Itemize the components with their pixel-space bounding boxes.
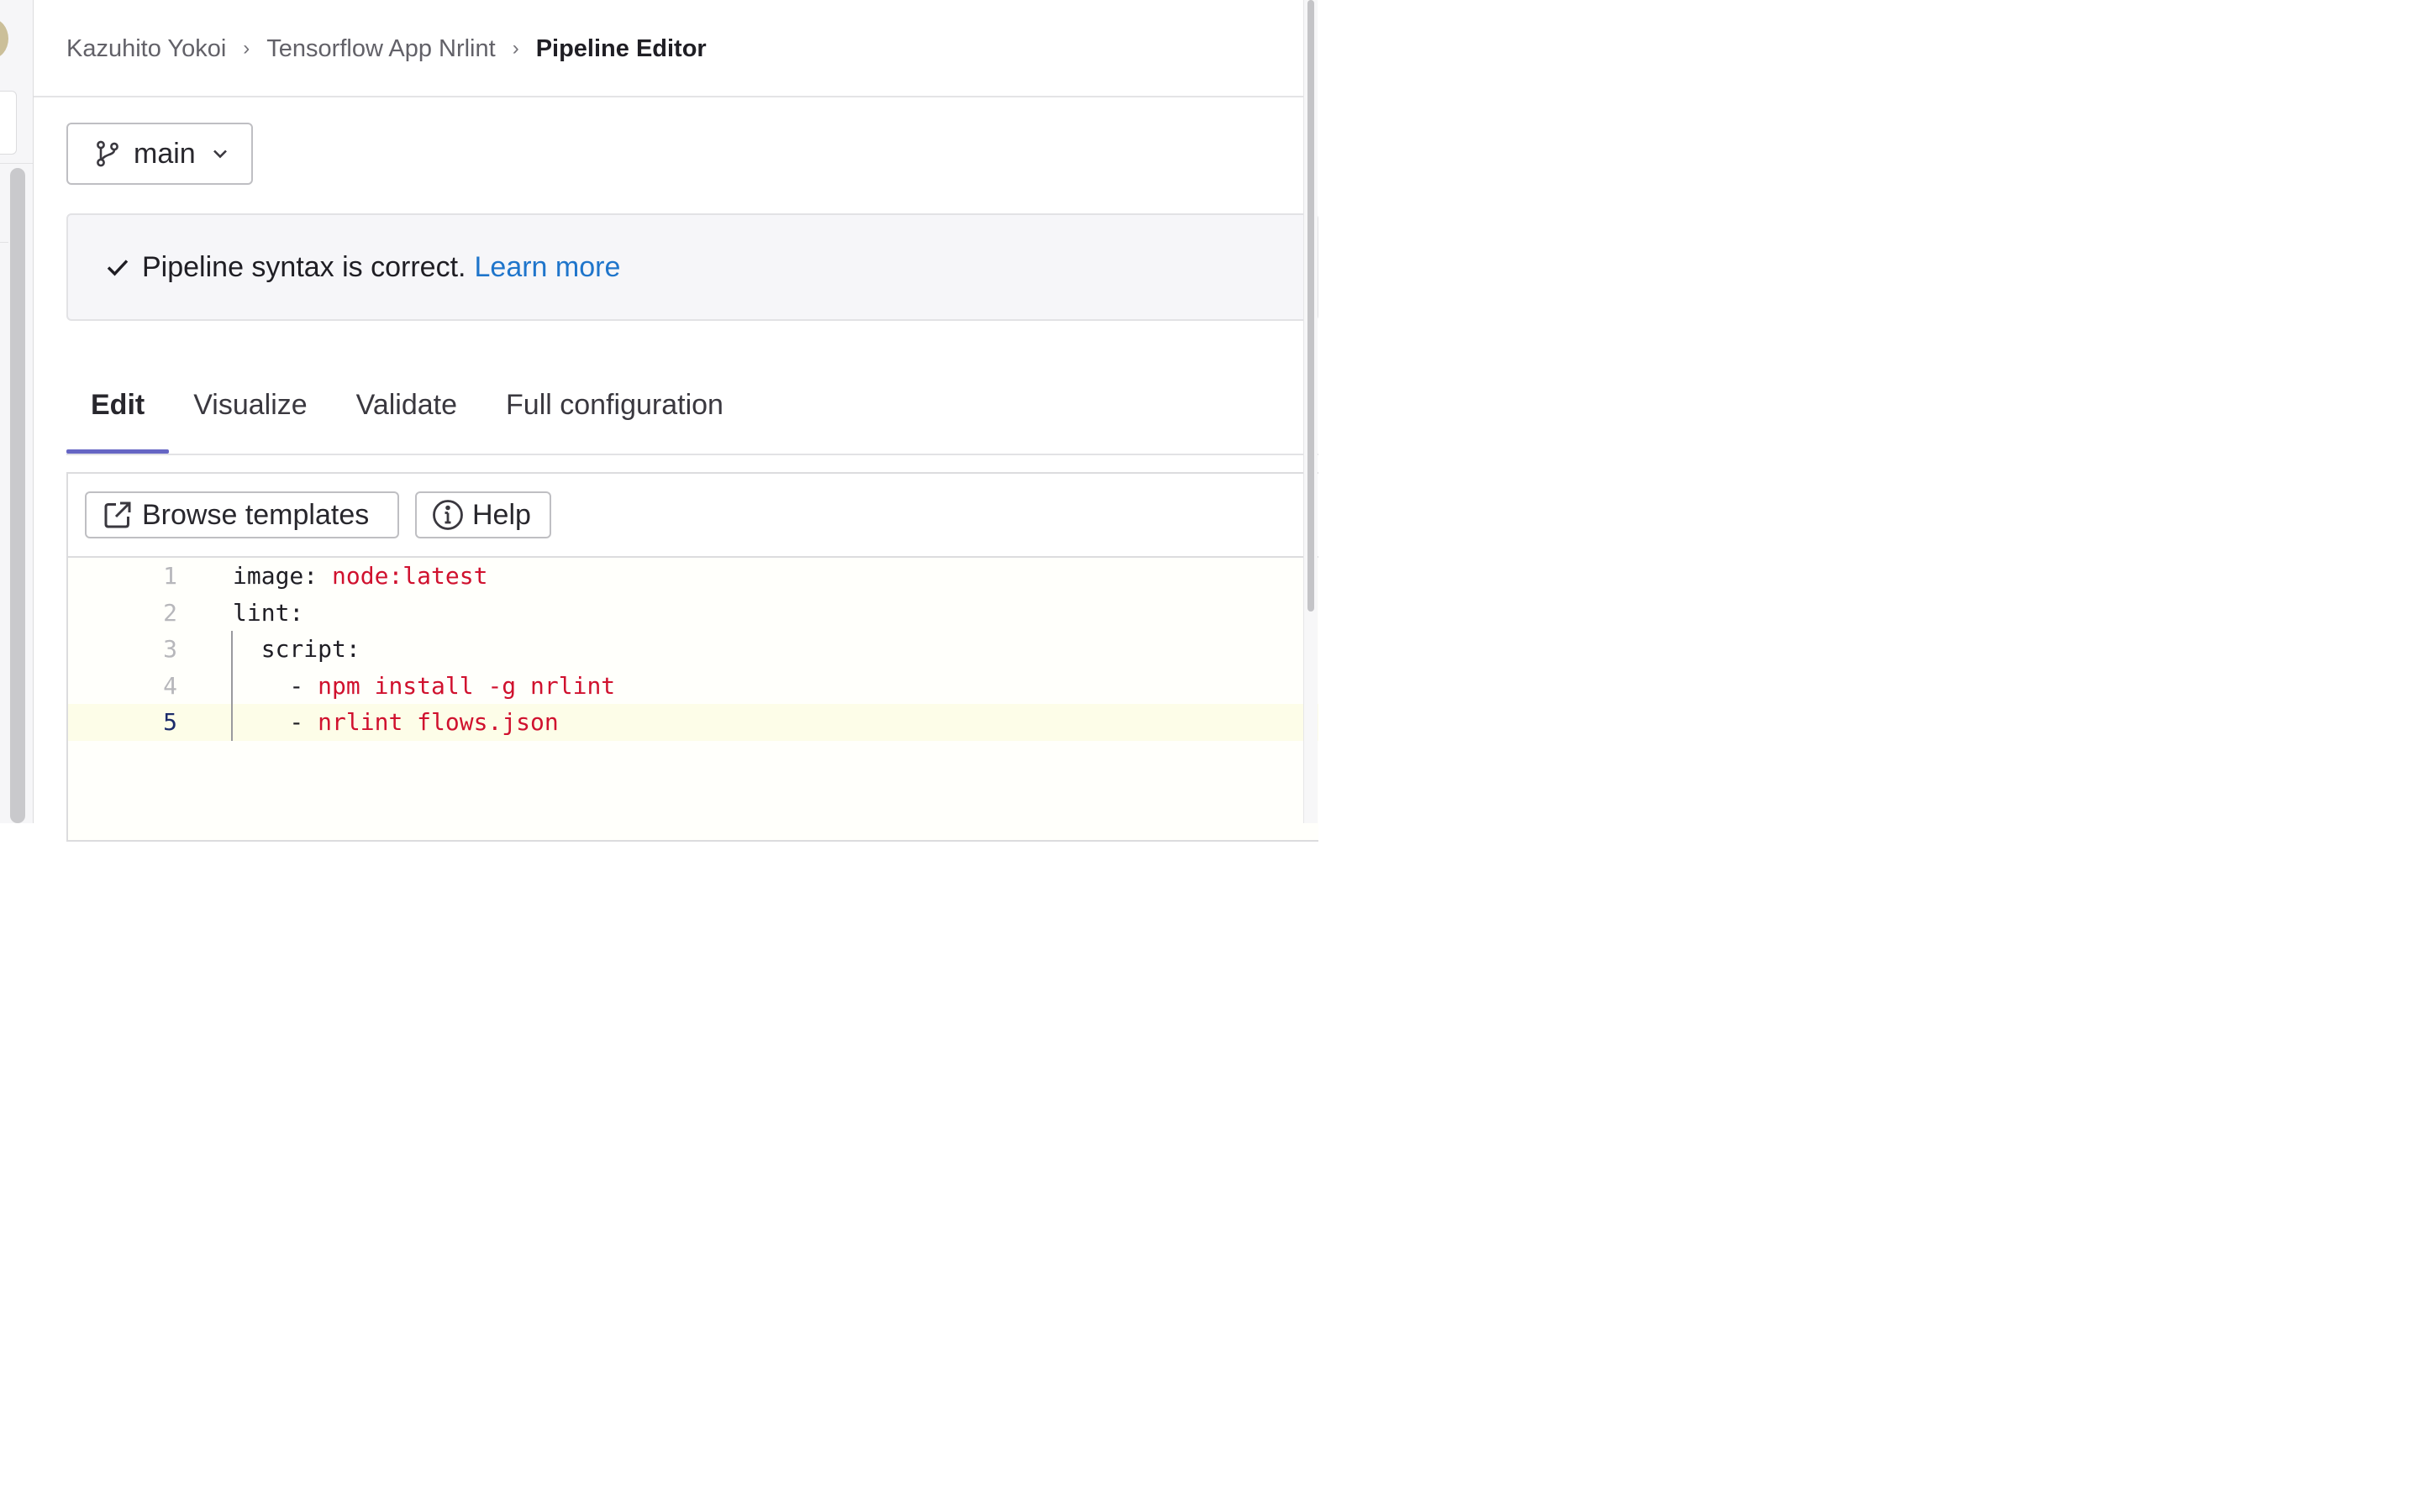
tab-full-configuration[interactable]: Full configuration <box>481 370 748 452</box>
header-divider <box>34 96 1304 97</box>
code-editor-panel: Browse templates Help 1 image: node:lates… <box>66 472 1318 842</box>
breadcrumb-user[interactable]: Kazuhito Yokoi <box>66 35 226 63</box>
info-icon <box>433 500 463 530</box>
yaml-key: script: <box>233 635 360 664</box>
line-number: 1 <box>163 562 177 591</box>
yaml-key: - <box>233 671 318 700</box>
branch-name: main <box>134 137 196 170</box>
help-label: Help <box>472 498 531 531</box>
learn-more-link[interactable]: Learn more <box>475 251 621 284</box>
code-area[interactable]: 1 image: node:latest 2 lint: 3 script: 4 - np… <box>68 558 1318 741</box>
external-link-icon <box>104 501 131 528</box>
breadcrumb-project[interactable]: Tensorflow App Nrlint <box>266 35 495 63</box>
code-line[interactable]: 2 lint: <box>68 595 1318 632</box>
yaml-value: node:latest <box>332 562 488 591</box>
tab-visualize[interactable]: Visualize <box>169 370 331 452</box>
editor-toolbar: Browse templates Help <box>68 474 1318 558</box>
browse-templates-button[interactable]: Browse templates <box>85 491 399 538</box>
yaml-key: lint: <box>233 598 304 627</box>
code-text: script: <box>233 635 360 663</box>
browse-templates-label: Browse templates <box>142 498 370 531</box>
breadcrumb: Kazuhito Yokoi › Tensorflow App Nrlint ›… <box>66 30 707 67</box>
code-text: image: node:latest <box>233 562 487 590</box>
git-branch-icon <box>97 140 118 167</box>
editor-tabs: Edit Visualize Validate Full configurati… <box>66 370 1318 455</box>
chevron-right-icon: › <box>243 37 250 60</box>
line-number: 2 <box>163 598 177 627</box>
page-title[interactable]: Pipeline Editor <box>536 35 707 63</box>
yaml-value: npm install -g nrlint <box>318 671 616 700</box>
yaml-key: - <box>233 708 318 737</box>
left-sidebar-edge <box>0 0 34 823</box>
yaml-value: nrlint flows.json <box>318 708 559 737</box>
code-text: lint: <box>233 599 303 627</box>
pipeline-status-text: Pipeline syntax is correct. <box>142 250 466 283</box>
branch-selector-button[interactable]: main <box>66 123 253 185</box>
code-text: - nrlint flows.json <box>233 708 559 737</box>
sidebar-scrollbar[interactable] <box>10 168 25 823</box>
line-number: 4 <box>163 671 177 700</box>
yaml-key: image: <box>233 562 333 591</box>
help-button[interactable]: Help <box>415 491 551 538</box>
indent-guide <box>231 631 233 741</box>
chevron-right-icon: › <box>512 37 519 60</box>
code-line[interactable]: 3 script: <box>68 631 1318 668</box>
sidebar-divider <box>0 163 33 164</box>
code-text: - npm install -g nrlint <box>233 672 615 700</box>
chevron-down-icon <box>213 150 227 159</box>
sidebar-card <box>0 91 17 155</box>
line-number: 5 <box>163 708 177 737</box>
page-scrollbar-thumb[interactable] <box>1307 0 1314 612</box>
tab-validate[interactable]: Validate <box>332 370 481 452</box>
code-line[interactable]: 5 - nrlint flows.json <box>68 704 1318 741</box>
check-icon <box>107 260 129 276</box>
avatar[interactable] <box>0 18 8 59</box>
pipeline-status-alert: Pipeline syntax is correct. Learn more <box>66 213 1318 321</box>
code-line[interactable]: 1 image: node:latest <box>68 558 1318 595</box>
line-number: 3 <box>163 635 177 664</box>
sidebar-divider <box>0 242 8 243</box>
page-scrollbar[interactable] <box>1303 0 1318 823</box>
tab-edit[interactable]: Edit <box>66 370 170 454</box>
code-line[interactable]: 4 - npm install -g nrlint <box>68 668 1318 705</box>
